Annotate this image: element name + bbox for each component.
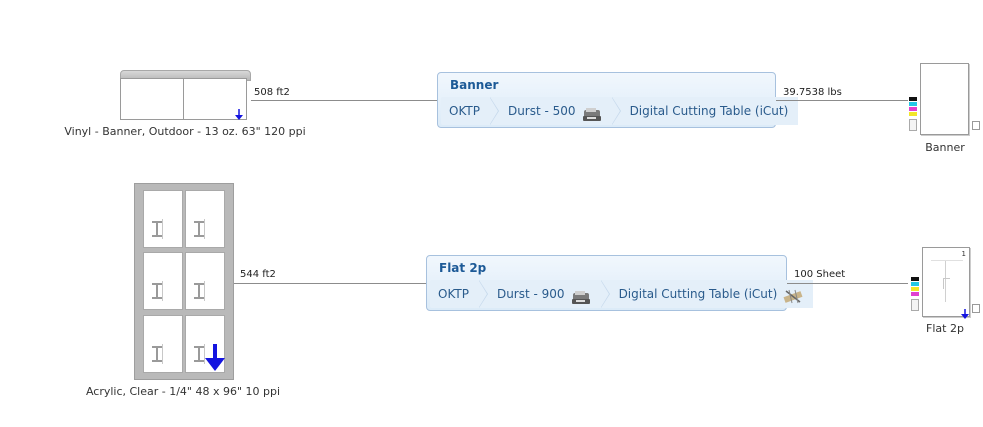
- sheet-tile: [185, 252, 225, 310]
- ink-magenta-swatch: [911, 292, 919, 296]
- material-qty: 508 ft2: [254, 87, 290, 98]
- page-number: 1: [961, 250, 966, 258]
- material-label: Acrylic, Clear - 1/4" 48 x 96" 10 ppi: [85, 385, 281, 398]
- printer-icon: [571, 287, 591, 304]
- ink-black-swatch: [909, 97, 917, 101]
- material-roll-thumbnail[interactable]: [120, 70, 251, 122]
- material-label: Vinyl - Banner, Outdoor - 13 oz. 63" 120…: [64, 125, 306, 138]
- step-oktp[interactable]: OKTP: [441, 97, 499, 125]
- output-qty: 100 Sheet: [794, 269, 846, 280]
- material-sheet-stack-thumbnail[interactable]: [134, 183, 234, 380]
- sheet-tile: [185, 315, 225, 373]
- workflow-title: Banner: [450, 78, 499, 92]
- feed-arrow-icon: [961, 304, 969, 319]
- sheet-tile: [143, 315, 183, 373]
- connector-line: [776, 100, 908, 101]
- workflow-steps: OKTP Durst - 500 Digital Cutting Table (…: [441, 97, 799, 125]
- printer-icon: [582, 104, 602, 121]
- step-durst[interactable]: Durst - 500: [489, 97, 621, 125]
- output-page: [920, 63, 969, 135]
- ink-yellow-swatch: [911, 287, 919, 291]
- feed-arrow-icon: [204, 344, 226, 372]
- ink-magenta-swatch: [909, 107, 917, 111]
- step-label: Durst - 900: [496, 287, 565, 301]
- output-label: Flat 2p: [926, 322, 964, 335]
- workflow-box[interactable]: Flat 2p OKTP Durst - 900 Digital Cutting…: [426, 255, 814, 311]
- roll-panel-left: [120, 78, 184, 120]
- step-label: OKTP: [438, 287, 469, 301]
- step-cutting-table[interactable]: Digital Cutting Table (iCut): [611, 97, 799, 125]
- workflow-box[interactable]: Banner OKTP Durst - 500 Digital Cutting …: [437, 72, 799, 128]
- page-fold-icon: [972, 304, 980, 313]
- page-fold-icon: [972, 121, 980, 130]
- output-thumbnail[interactable]: [908, 63, 983, 135]
- step-label: Durst - 500: [507, 104, 576, 118]
- connector-line: [787, 283, 908, 284]
- ink-yellow-swatch: [909, 112, 917, 116]
- step-label: Digital Cutting Table (iCut): [618, 287, 778, 301]
- step-label: OKTP: [449, 104, 480, 118]
- ink-black-swatch: [911, 277, 919, 281]
- workflow-title: Flat 2p: [439, 261, 487, 275]
- ink-white-swatch: [911, 299, 919, 311]
- ink-cyan-swatch: [911, 282, 919, 286]
- cutter-icon: [783, 286, 803, 304]
- material-qty: 544 ft2: [240, 269, 276, 280]
- workflow-steps: OKTP Durst - 900 Digital Cutting Table (…: [430, 280, 814, 308]
- connector-line: [251, 100, 438, 101]
- output-page: 1: [922, 247, 970, 319]
- step-oktp[interactable]: OKTP: [430, 280, 488, 308]
- page-content-mark: [943, 278, 950, 289]
- step-cutting-table[interactable]: Digital Cutting Table (iCut): [600, 280, 814, 308]
- step-durst[interactable]: Durst - 900: [478, 280, 610, 308]
- connector-line: [234, 283, 427, 284]
- feed-arrow-icon: [234, 106, 244, 120]
- output-label: Banner: [925, 141, 965, 154]
- step-label: Digital Cutting Table (iCut): [629, 104, 789, 118]
- sheet-tile: [143, 252, 183, 310]
- ink-white-swatch: [909, 119, 917, 131]
- output-qty: 39.7538 lbs: [783, 87, 842, 98]
- output-thumbnail[interactable]: 1: [908, 247, 983, 319]
- sheet-tile: [143, 190, 183, 248]
- ink-cyan-swatch: [909, 102, 917, 106]
- sheet-tile: [185, 190, 225, 248]
